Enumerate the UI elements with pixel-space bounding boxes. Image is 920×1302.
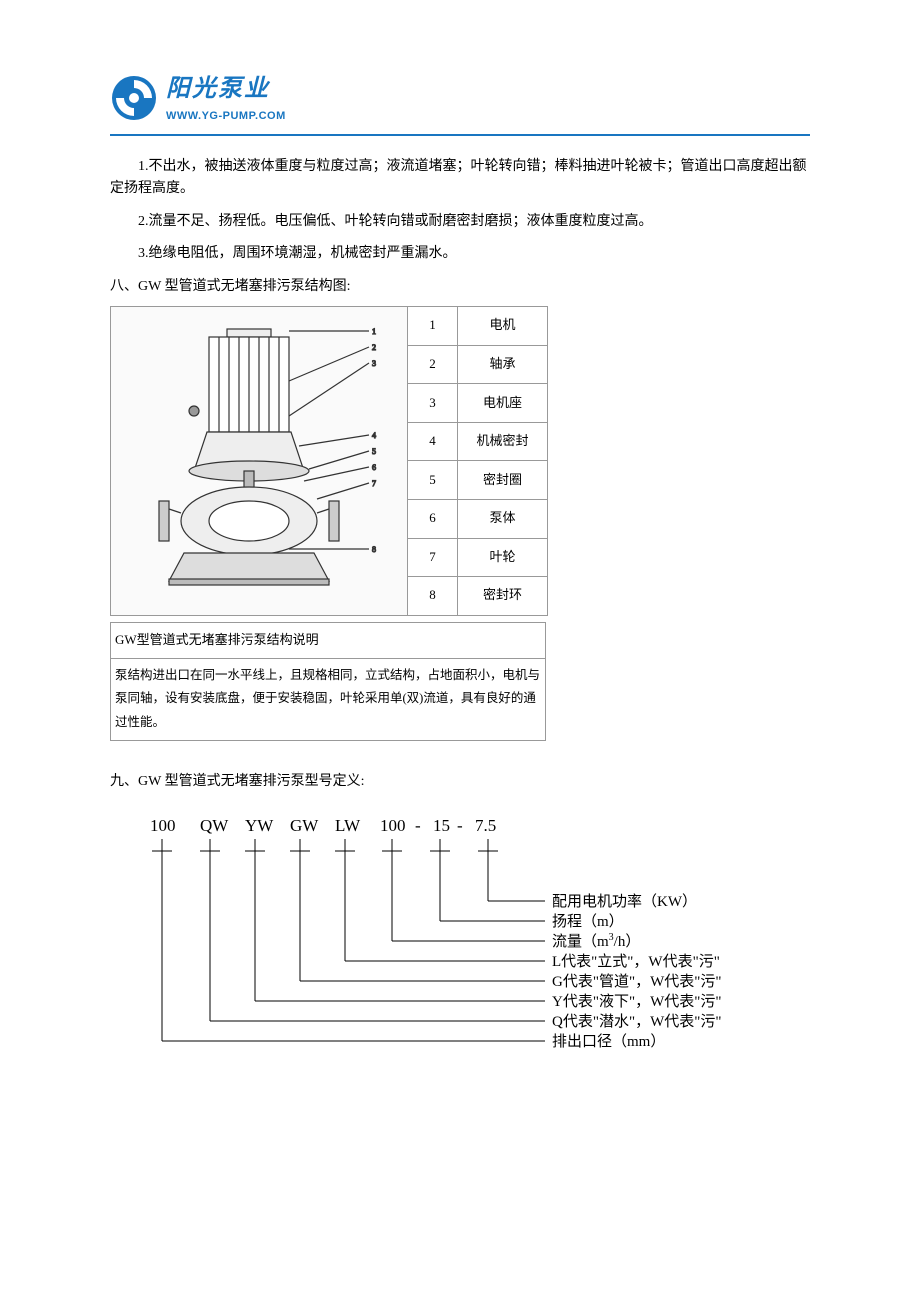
table-row: 7叶轮 <box>408 538 548 577</box>
part-num: 5 <box>408 461 458 500</box>
model-code: 7.5 <box>475 816 496 835</box>
model-code: YW <box>245 816 274 835</box>
model-code: 15 <box>433 816 450 835</box>
table-row: 6泵体 <box>408 499 548 538</box>
model-definition-diagram: 100 QW YW GW LW 100 - 15 - 7.5 <box>140 813 810 1081</box>
part-num: 8 <box>408 577 458 616</box>
label-Y: Y代表"液下"，W代表"污" <box>552 993 721 1010</box>
svg-text:6: 6 <box>372 463 376 472</box>
table-row: 4机械密封 <box>408 422 548 461</box>
part-name: 电机 <box>458 306 548 345</box>
label-dia: 排出口径（mm） <box>552 1033 665 1050</box>
model-code: LW <box>335 816 361 835</box>
svg-text:1: 1 <box>372 327 376 336</box>
label-L: L代表"立式"，W代表"污" <box>552 953 720 970</box>
part-num: 6 <box>408 499 458 538</box>
paragraph-3: 3.绝缘电阻低，周围环境潮湿，机械密封严重漏水。 <box>110 243 810 265</box>
paragraph-1: 1.不出水，被抽送液体重度与粒度过高；液流道堵塞；叶轮转向错；棒料抽进叶轮被卡；… <box>110 156 810 201</box>
part-num: 1 <box>408 306 458 345</box>
label-Q: Q代表"潜水"，W代表"污" <box>552 1013 721 1030</box>
part-name: 电机座 <box>458 384 548 423</box>
part-name: 密封环 <box>458 577 548 616</box>
document-body: 1.不出水，被抽送液体重度与粒度过高；液流道堵塞；叶轮转向错；棒料抽进叶轮被卡；… <box>110 156 810 1082</box>
svg-text:7: 7 <box>372 479 376 488</box>
model-code: QW <box>200 816 229 835</box>
label-power: 配用电机功率（KW） <box>552 893 697 910</box>
svg-text:8: 8 <box>372 545 376 554</box>
section-9-title: 九、GW 型管道式无堵塞排污泵型号定义: <box>110 771 810 793</box>
model-code: - <box>457 816 463 835</box>
header-divider <box>110 134 810 136</box>
part-name: 泵体 <box>458 499 548 538</box>
paragraph-2: 2.流量不足、扬程低。电压偏低、叶轮转向错或耐磨密封磨损；液体重度粒度过高。 <box>110 211 810 233</box>
desc-title: GW型管道式无堵塞排污泵结构说明 <box>111 622 546 658</box>
logo-icon <box>110 74 158 122</box>
description-table: GW型管道式无堵塞排污泵结构说明 泵结构进出口在同一水平线上，且规格相同，立式结… <box>110 622 546 741</box>
model-code: 100 <box>380 816 406 835</box>
part-name: 轴承 <box>458 345 548 384</box>
desc-body: 泵结构进出口在同一水平线上，且规格相同，立式结构，占地面积小，电机与泵同轴，设有… <box>111 658 546 740</box>
pump-cross-section-diagram: 1 2 3 5 6 <box>110 306 408 616</box>
structure-figure: 1 2 3 5 6 <box>110 306 810 616</box>
table-row: 3电机座 <box>408 384 548 423</box>
part-name: 密封圈 <box>458 461 548 500</box>
part-name: 叶轮 <box>458 538 548 577</box>
model-code: GW <box>290 816 319 835</box>
parts-table: 1电机 2轴承 3电机座 4机械密封 5密封圈 6泵体 7叶轮 8密封环 <box>407 306 548 616</box>
logo: 阳光泵业 WWW.YG-PUMP.COM <box>110 70 810 126</box>
svg-text:3: 3 <box>372 359 376 368</box>
label-flow: 流量（m3/h） <box>552 932 640 950</box>
part-num: 3 <box>408 384 458 423</box>
page-header: 阳光泵业 WWW.YG-PUMP.COM <box>110 70 810 136</box>
part-num: 4 <box>408 422 458 461</box>
logo-text-en: WWW.YG-PUMP.COM <box>166 108 286 126</box>
table-row: 5密封圈 <box>408 461 548 500</box>
model-code: - <box>415 816 421 835</box>
label-head: 扬程（m） <box>552 913 624 930</box>
section-8-title: 八、GW 型管道式无堵塞排污泵结构图: <box>110 276 810 298</box>
svg-text:5: 5 <box>372 447 376 456</box>
label-G: G代表"管道"，W代表"污" <box>552 973 721 990</box>
part-num: 2 <box>408 345 458 384</box>
svg-text:2: 2 <box>372 343 376 352</box>
part-num: 7 <box>408 538 458 577</box>
table-row: 2轴承 <box>408 345 548 384</box>
logo-text-cn: 阳光泵业 <box>166 70 286 108</box>
table-row: 8密封环 <box>408 577 548 616</box>
table-row: 1电机 <box>408 306 548 345</box>
svg-text:4: 4 <box>372 431 376 440</box>
part-name: 机械密封 <box>458 422 548 461</box>
model-code: 100 <box>150 816 176 835</box>
